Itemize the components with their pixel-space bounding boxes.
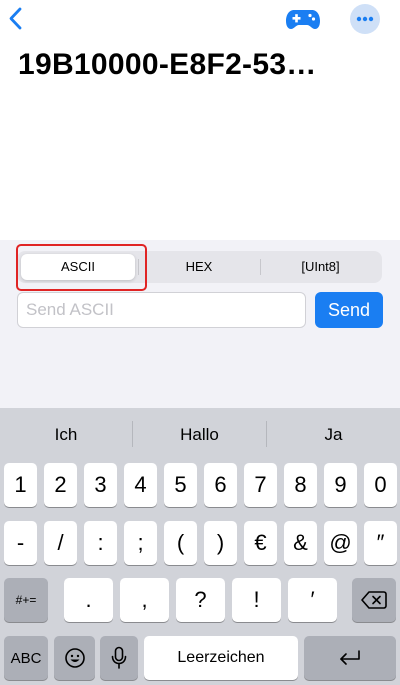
key-at[interactable]: @ (324, 521, 357, 565)
more-button[interactable] (350, 4, 380, 34)
key-8[interactable]: 8 (284, 463, 317, 507)
key-2[interactable]: 2 (44, 463, 77, 507)
key-5[interactable]: 5 (164, 463, 197, 507)
back-button[interactable] (4, 4, 30, 34)
segment-uint8[interactable]: [UInt8] (261, 251, 380, 283)
return-icon (340, 650, 360, 665)
key-slash[interactable]: / (44, 521, 77, 565)
send-input[interactable] (17, 292, 306, 328)
key-abc[interactable]: ABC (4, 636, 48, 680)
key-close-paren[interactable]: ) (204, 521, 237, 565)
key-colon[interactable]: : (84, 521, 117, 565)
selection-highlight (16, 244, 147, 291)
key-open-paren[interactable]: ( (164, 521, 197, 565)
key-dictation[interactable] (100, 636, 138, 680)
gamepad-button[interactable] (284, 4, 322, 34)
microphone-icon (111, 646, 127, 669)
key-hyphen[interactable]: - (4, 521, 37, 565)
suggestion-3[interactable]: Ja (267, 408, 400, 462)
key-more-symbols[interactable]: #+= (4, 578, 48, 622)
key-comma[interactable]: , (120, 578, 169, 622)
suggestion-2[interactable]: Hallo (133, 408, 266, 462)
key-0[interactable]: 0 (364, 463, 397, 507)
key-period[interactable]: . (64, 578, 113, 622)
ellipsis-icon (356, 16, 374, 22)
key-exclamation[interactable]: ! (232, 578, 281, 622)
key-1[interactable]: 1 (4, 463, 37, 507)
key-semicolon[interactable]: ; (124, 521, 157, 565)
key-emoji[interactable] (54, 636, 95, 680)
suggestion-1[interactable]: Ich (0, 408, 132, 462)
emoji-icon (64, 648, 85, 668)
key-return[interactable] (304, 636, 396, 680)
key-4[interactable]: 4 (124, 463, 157, 507)
key-euro[interactable]: € (244, 521, 277, 565)
send-button[interactable]: Send (315, 292, 383, 328)
key-double-prime[interactable]: ″ (364, 521, 397, 565)
key-space[interactable]: Leerzeichen (144, 636, 298, 680)
key-ampersand[interactable]: & (284, 521, 317, 565)
gamepad-icon (286, 10, 320, 29)
key-prime[interactable]: ′ (288, 578, 337, 622)
key-delete[interactable] (352, 578, 396, 622)
navigation-bar (0, 0, 400, 40)
key-question[interactable]: ? (176, 578, 225, 622)
key-3[interactable]: 3 (84, 463, 117, 507)
page-title: 19B10000-E8F2-53… (18, 48, 317, 81)
key-6[interactable]: 6 (204, 463, 237, 507)
key-9[interactable]: 9 (324, 463, 357, 507)
backspace-icon (361, 591, 387, 609)
segment-hex[interactable]: HEX (139, 251, 259, 283)
key-7[interactable]: 7 (244, 463, 277, 507)
chevron-left-icon (9, 7, 22, 30)
